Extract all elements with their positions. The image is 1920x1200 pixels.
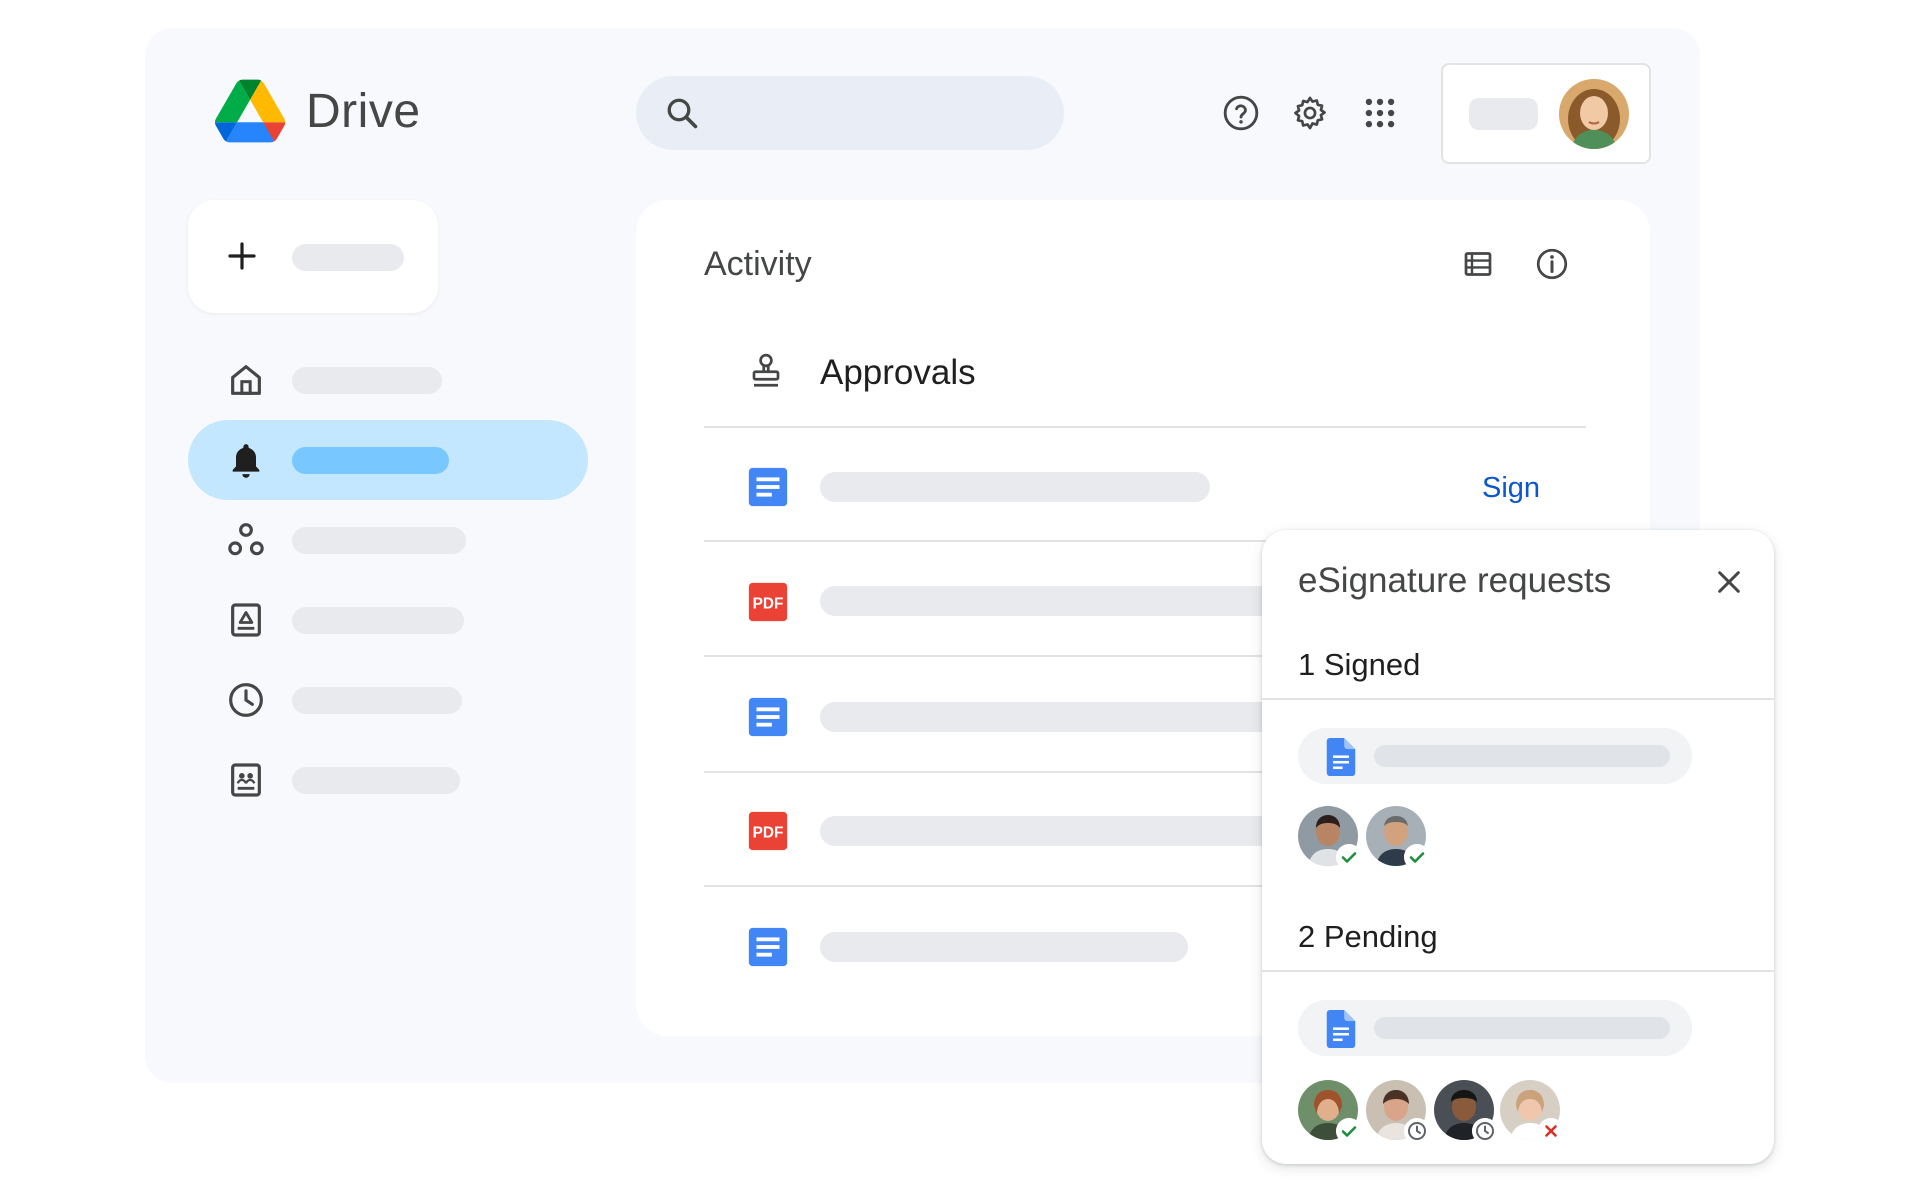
account-switcher[interactable] — [1441, 63, 1651, 164]
check-icon — [1336, 844, 1362, 870]
sidebar-label-placeholder — [292, 367, 442, 394]
home-icon — [231, 365, 261, 395]
settings-icon[interactable] — [1291, 94, 1329, 132]
declined-x-icon — [1538, 1118, 1564, 1144]
signer-avatar[interactable] — [1298, 806, 1362, 870]
section-divider — [704, 426, 1586, 428]
pdf-icon: PDF — [748, 811, 788, 851]
bell-icon — [232, 444, 260, 478]
signer-avatar[interactable] — [1500, 1080, 1564, 1144]
account-name-placeholder — [1469, 98, 1538, 130]
info-icon[interactable] — [1534, 246, 1570, 282]
shared-drives-icon — [231, 763, 261, 797]
file-name-placeholder — [1374, 1017, 1670, 1039]
popup-title: eSignature requests — [1298, 561, 1612, 600]
sidebar-item-my-drive[interactable] — [188, 580, 588, 660]
sidebar-item-recent[interactable] — [188, 660, 588, 740]
doc-icon — [1326, 1010, 1356, 1048]
doc-icon — [748, 927, 788, 967]
panel-title: Activity — [704, 245, 812, 283]
plus-icon — [228, 242, 256, 270]
sidebar-item-shared[interactable] — [188, 500, 588, 580]
file-name-placeholder — [1374, 745, 1670, 767]
search-icon[interactable] — [664, 95, 700, 131]
signer-avatar[interactable] — [1298, 1080, 1362, 1144]
clock-icon — [229, 683, 263, 717]
doc-icon — [1326, 738, 1356, 776]
pending-file-chip[interactable] — [1298, 1000, 1692, 1056]
file-name-placeholder[interactable] — [820, 932, 1188, 962]
help-icon[interactable] — [1222, 94, 1260, 132]
app-name: Drive — [306, 85, 421, 138]
new-button[interactable] — [188, 200, 438, 313]
search-bar[interactable] — [636, 76, 1064, 150]
doc-icon — [748, 697, 788, 737]
file-name-placeholder[interactable] — [820, 816, 1280, 846]
file-name-placeholder[interactable] — [820, 586, 1280, 616]
drive-logo-icon — [215, 79, 285, 143]
clock-icon — [1404, 1118, 1430, 1144]
clock-icon — [1472, 1118, 1498, 1144]
popup-divider — [1262, 698, 1774, 700]
sidebar-label-placeholder — [292, 767, 460, 794]
doc-icon — [748, 467, 788, 507]
list-view-icon[interactable] — [1460, 246, 1496, 282]
sidebar-label-placeholder — [292, 447, 449, 474]
signer-avatar[interactable] — [1434, 1080, 1498, 1144]
account-avatar[interactable] — [1559, 79, 1629, 149]
pending-count: 2 Pending — [1298, 919, 1438, 954]
sidebar-label-placeholder — [292, 687, 462, 714]
close-icon[interactable] — [1713, 566, 1745, 598]
sidebar-item-activity[interactable] — [188, 420, 588, 500]
signer-avatar[interactable] — [1366, 1080, 1430, 1144]
check-icon — [1404, 844, 1430, 870]
signer-avatar[interactable] — [1366, 806, 1430, 870]
file-name-placeholder[interactable] — [820, 702, 1280, 732]
section-title: Approvals — [820, 353, 976, 392]
shared-icon — [228, 523, 264, 556]
sidebar-item-shared-drives[interactable] — [188, 740, 588, 820]
signed-count: 1 Signed — [1298, 647, 1421, 682]
drive-folder-icon — [231, 603, 261, 637]
check-icon — [1336, 1118, 1362, 1144]
sidebar-item-home[interactable] — [188, 340, 588, 420]
file-name-placeholder[interactable] — [820, 472, 1210, 502]
stamp-icon — [752, 353, 780, 387]
apps-grid-icon[interactable] — [1361, 94, 1399, 132]
svg-text:PDF: PDF — [753, 825, 784, 842]
svg-text:PDF: PDF — [753, 596, 784, 613]
popup-divider — [1262, 970, 1774, 972]
sidebar-label-placeholder — [292, 607, 464, 634]
sign-button[interactable]: Sign — [1482, 470, 1540, 506]
pdf-icon: PDF — [748, 582, 788, 622]
signed-file-chip[interactable] — [1298, 728, 1692, 784]
new-button-label-placeholder — [292, 244, 404, 271]
sidebar-label-placeholder — [292, 527, 466, 554]
